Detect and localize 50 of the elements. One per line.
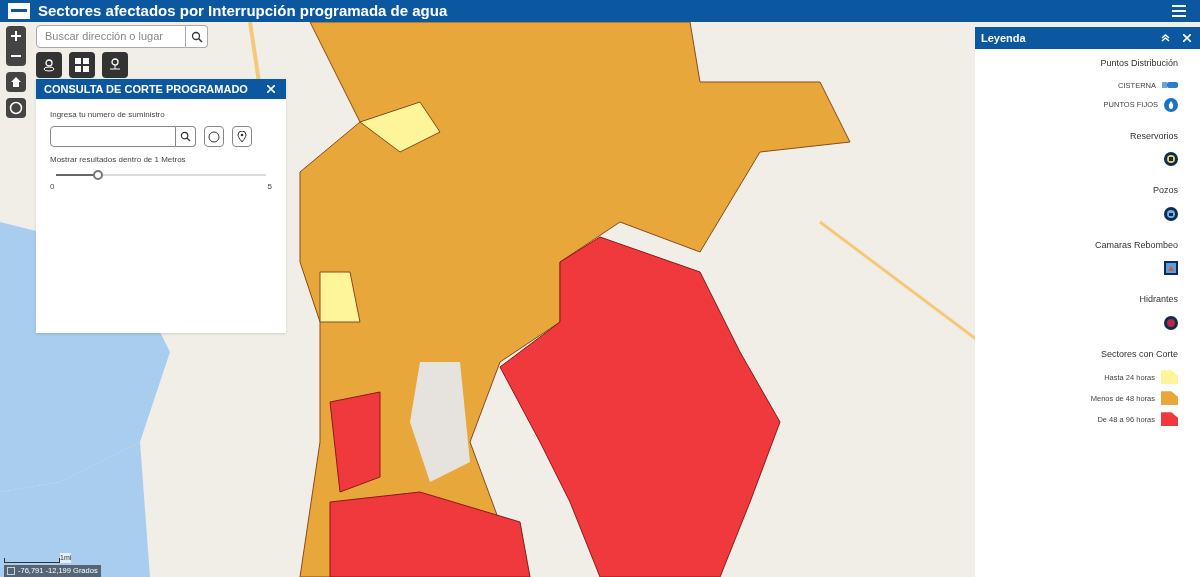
- hydrant-icon: [1164, 315, 1178, 330]
- supply-number-field[interactable]: [50, 126, 176, 147]
- location-pin-icon: [237, 130, 247, 143]
- search-button[interactable]: [186, 25, 208, 48]
- legend-section-title: Camaras Rebombeo: [1094, 238, 1178, 252]
- pin-icon: [108, 58, 122, 72]
- pin-icon: [42, 58, 56, 72]
- home-icon: [10, 76, 22, 88]
- slider-label: Mostrar resultados dentro de 1 Metros: [50, 154, 187, 166]
- search-icon: [180, 131, 191, 142]
- close-button[interactable]: [264, 82, 278, 96]
- slider-min: 0: [50, 181, 55, 193]
- slider-max: 5: [267, 181, 272, 193]
- expand-icon[interactable]: [7, 567, 15, 575]
- location-pin-button[interactable]: [232, 126, 252, 147]
- locate-button[interactable]: [6, 98, 26, 118]
- reservoir-icon: [1164, 152, 1178, 167]
- locate-icon: [9, 101, 23, 115]
- well-icon: [1164, 206, 1178, 221]
- search-icon: [190, 30, 203, 43]
- legend-section-title: Reservorios: [1130, 129, 1178, 143]
- legend-section-title: Puntos Distribución: [1100, 57, 1178, 70]
- map-pin-tool-button[interactable]: [36, 52, 62, 78]
- field-label: Ingresa tu numero de suministro: [50, 109, 166, 121]
- close-icon: [1183, 34, 1191, 42]
- pump-station-icon: [1164, 261, 1178, 276]
- home-button[interactable]: [6, 72, 26, 92]
- search-button[interactable]: [176, 126, 196, 147]
- legend-section-title: Sectores con Corte: [1100, 347, 1178, 361]
- slider-thumb[interactable]: [93, 170, 103, 180]
- legend-title: Leyenda: [981, 30, 1027, 46]
- close-button[interactable]: [1180, 31, 1194, 45]
- plus-icon: [11, 31, 21, 41]
- search-field[interactable]: Buscar dirección o lugar: [36, 25, 186, 48]
- draw-circle-button[interactable]: [204, 126, 224, 147]
- location-tool-button[interactable]: [102, 52, 128, 78]
- logo-icon: [8, 3, 30, 19]
- grid-icon: [75, 58, 89, 72]
- app-title: Sectores afectados por Interrupción programada de agua: [38, 0, 448, 21]
- grid-tool-button[interactable]: [69, 52, 95, 78]
- scale-bar: [4, 558, 60, 563]
- panel-title: CONSULTA DE CORTE PROGRAMADO: [44, 81, 249, 97]
- tanker-truck-icon: [1162, 81, 1178, 90]
- close-icon: [267, 85, 275, 93]
- legend-section-title: Pozos: [1153, 184, 1178, 198]
- legend-section-title: Hidrantes: [1139, 293, 1178, 307]
- water-drop-icon: [1164, 97, 1178, 112]
- minus-icon: [11, 55, 21, 57]
- double-chevron-up-icon: [1160, 34, 1170, 42]
- circle-icon: [208, 130, 220, 143]
